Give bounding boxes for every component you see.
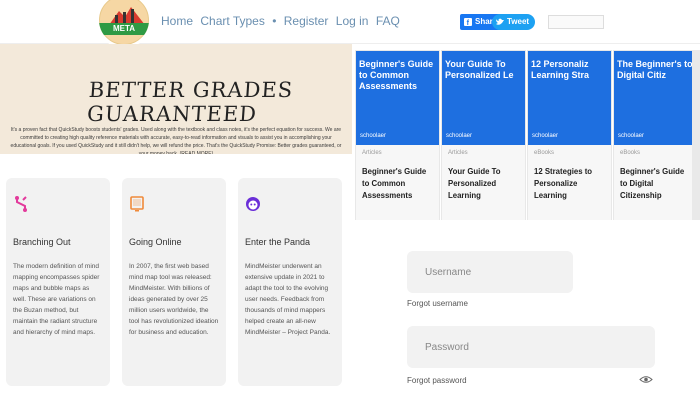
article-title[interactable]: Beginner's Guide to Digital Citizenship — [614, 156, 697, 202]
password-field[interactable]: Password — [407, 326, 655, 368]
forgot-password-link[interactable]: Forgot password — [407, 376, 467, 385]
monitor-icon — [130, 196, 144, 212]
card-text: In 2007, the first web based mind map to… — [129, 263, 219, 336]
article-title[interactable]: Beginner's Guide to Common Assessments — [356, 156, 439, 202]
thumb-title: Beginner's Guide to Common Assessments — [359, 59, 434, 91]
hero-headline: BETTER GRADES GUARANTEED — [86, 78, 294, 126]
thumb-title: The Beginner's to Digital Citiz — [617, 59, 693, 80]
article-card[interactable]: 12 Personaliz Learning Stra schoolaer eB… — [527, 50, 612, 222]
nav-home[interactable]: Home — [161, 14, 193, 28]
nav-register[interactable]: Register — [284, 14, 329, 28]
thumb-brand: schoolaer — [532, 133, 559, 139]
username-field[interactable]: Username — [407, 251, 573, 293]
nav-login[interactable]: Log in — [336, 14, 369, 28]
thumb-brand: schoolaer — [446, 133, 473, 139]
twitter-icon — [496, 18, 504, 25]
header-input[interactable] — [548, 15, 604, 29]
article-type: Articles — [362, 150, 382, 156]
thumb-title: Your Guide To Personalized Le — [445, 59, 514, 80]
nav-separator: • — [272, 14, 277, 28]
card-going-online: Going Online In 2007, the first web base… — [122, 178, 226, 386]
thumb-brand: schoolaer — [360, 133, 387, 139]
article-thumbnail[interactable]: The Beginner's to Digital Citiz schoolae… — [614, 51, 697, 145]
nav-chart-types[interactable]: Chart Types — [200, 14, 264, 28]
article-card[interactable]: Beginner's Guide to Common Assessments s… — [355, 50, 440, 222]
article-title[interactable]: Your Guide To Personalized Learning — [442, 156, 525, 202]
eye-icon[interactable] — [639, 375, 653, 384]
article-type: Articles — [448, 150, 468, 156]
card-title: Going Online — [129, 237, 182, 247]
forgot-username-link[interactable]: Forgot username — [407, 299, 468, 308]
article-title[interactable]: 12 Strategies to Personalize Learning — [528, 156, 611, 202]
article-thumbnail[interactable]: Your Guide To Personalized Le schoolaer — [442, 51, 525, 145]
tweet-button[interactable]: Tweet — [492, 14, 536, 30]
card-text: MindMeister underwent an extensive updat… — [245, 263, 331, 336]
article-thumbnail[interactable]: Beginner's Guide to Common Assessments s… — [356, 51, 439, 145]
article-card[interactable]: Your Guide To Personalized Le schoolaer … — [441, 50, 526, 222]
login-panel — [352, 220, 700, 400]
thumb-title: 12 Personaliz Learning Stra — [531, 59, 590, 80]
right-edge — [692, 50, 700, 220]
article-thumbnail[interactable]: 12 Personaliz Learning Stra schoolaer — [528, 51, 611, 145]
app-root: { "header": { "logo_text": "META", "nav"… — [0, 0, 700, 400]
nav-faq[interactable]: FAQ — [376, 14, 400, 28]
tweet-label: Tweet — [507, 17, 530, 26]
logo-text: META — [99, 23, 149, 35]
hero-banner: BETTER GRADES GUARANTEED It's a proven f… — [0, 44, 352, 157]
site-logo[interactable]: META — [96, 0, 152, 48]
panda-icon — [246, 197, 260, 211]
article-type: eBooks — [620, 150, 641, 156]
card-title: Branching Out — [13, 237, 71, 247]
branch-icon — [15, 196, 27, 212]
article-card[interactable]: The Beginner's to Digital Citiz schoolae… — [613, 50, 698, 222]
facebook-icon: f — [464, 18, 472, 26]
card-branching-out: Branching Out The modern definition of m… — [6, 178, 110, 386]
mountain-icon — [109, 7, 145, 25]
main-nav: Home Chart Types • Register Log in FAQ — [161, 14, 404, 28]
card-text: The modern definition of mind mapping en… — [13, 263, 100, 336]
card-enter-the-panda: Enter the Panda MindMeister underwent an… — [238, 178, 342, 386]
thumb-brand: schoolaer — [618, 133, 645, 139]
top-bar: META Home Chart Types • Register Log in … — [0, 0, 700, 48]
article-type: eBooks — [534, 150, 555, 156]
card-title: Enter the Panda — [245, 237, 311, 247]
